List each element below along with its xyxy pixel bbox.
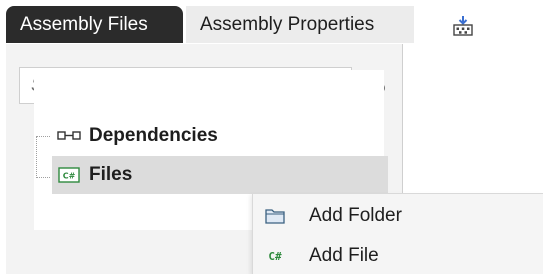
tree-connector	[36, 136, 37, 178]
dependencies-icon	[57, 127, 81, 145]
context-menu: Add Folder C# Add File	[252, 193, 543, 274]
folder-icon	[263, 205, 287, 227]
deploy-button[interactable]	[450, 14, 476, 38]
menu-item-add-file[interactable]: C# Add File	[253, 236, 543, 274]
tree-item-label: Files	[89, 164, 133, 185]
tab-assembly-files[interactable]: Assembly Files	[6, 6, 183, 43]
tab-strip: Assembly Files Assembly Properties	[0, 0, 543, 46]
tree-connector	[36, 177, 50, 178]
menu-item-label: Add File	[309, 245, 379, 266]
deploy-icon	[453, 16, 473, 36]
csharp-icon-text: C#	[268, 249, 282, 263]
tab-assembly-properties-label: Assembly Properties	[200, 13, 375, 35]
csharp-icon: C#	[263, 245, 287, 267]
csharp-file-icon: C#	[57, 166, 81, 184]
tab-assembly-properties[interactable]: Assembly Properties	[186, 6, 414, 43]
tab-assembly-files-label: Assembly Files	[20, 13, 148, 35]
menu-item-label: Add Folder	[309, 205, 402, 226]
tree-item-label: Dependencies	[89, 125, 218, 146]
menu-item-add-folder[interactable]: Add Folder	[253, 196, 543, 236]
tree-connector	[36, 136, 50, 137]
tree-item-dependencies[interactable]: Dependencies	[57, 117, 387, 155]
tree-item-files[interactable]: C# Files	[52, 156, 388, 194]
svg-text:C#: C#	[63, 172, 76, 181]
